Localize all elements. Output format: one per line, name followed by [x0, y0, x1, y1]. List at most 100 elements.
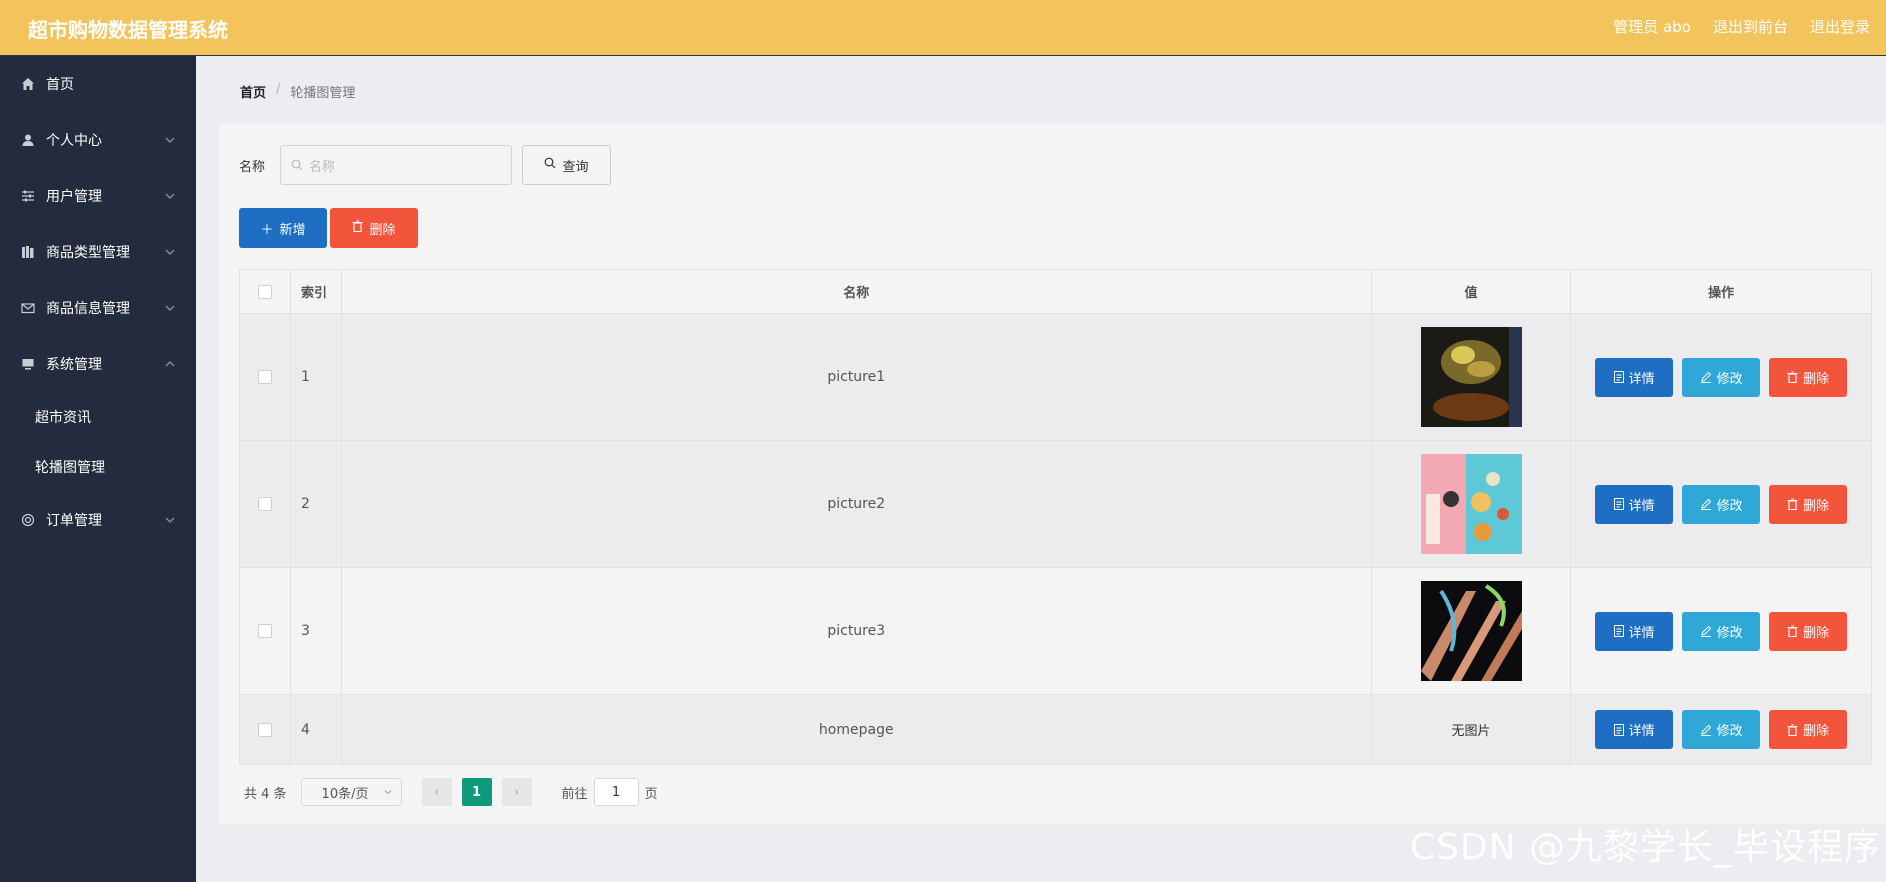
document-icon: [1613, 723, 1624, 736]
edit-button[interactable]: 修改: [1682, 484, 1761, 524]
detail-button-label: 详情: [1628, 371, 1655, 387]
row-checkbox[interactable]: [257, 624, 272, 638]
circle-icon: [20, 512, 36, 528]
trash-icon: [1787, 498, 1798, 510]
chevron-down-icon: [384, 790, 391, 795]
row-checkbox-cell: [240, 695, 291, 764]
row-name: picture2: [342, 441, 1372, 567]
row-value: 无图片: [1372, 695, 1572, 764]
breadcrumb-home[interactable]: 首页: [240, 82, 266, 101]
row-name: picture3: [342, 568, 1372, 694]
breadcrumb-current: 轮播图管理: [290, 86, 356, 101]
thumbnail-image[interactable]: [1420, 327, 1522, 427]
detail-button-label: 详情: [1628, 498, 1655, 514]
edit-button[interactable]: 修改: [1682, 357, 1761, 397]
header-checkbox-cell: [240, 270, 291, 313]
sidebar-item-system[interactable]: 系统管理: [0, 336, 196, 392]
add-button[interactable]: ＋ 新增: [239, 208, 327, 248]
row-index: 2: [291, 441, 342, 567]
delete-button[interactable]: 删除: [1769, 484, 1848, 524]
row-checkbox[interactable]: [257, 722, 272, 737]
row-checkbox[interactable]: [257, 370, 272, 384]
sidebar-item-label: 商品信息管理: [46, 301, 130, 317]
pagination: 共 4 条 10条/页 ‹ 1 › 前往 1 页: [244, 778, 658, 806]
document-icon: [1613, 498, 1624, 510]
row-value: [1372, 314, 1572, 440]
page-number-current[interactable]: 1: [461, 778, 492, 806]
select-all-checkbox[interactable]: [257, 284, 272, 299]
app-title: 超市购物数据管理系统: [28, 18, 228, 42]
monitor-icon: [20, 356, 36, 372]
edit-icon: [1700, 724, 1712, 736]
books-icon: [20, 244, 36, 260]
table-header: 索引 名称 值 操作: [240, 270, 1871, 314]
sidebar-subitem-label: 超市资讯: [35, 410, 91, 426]
batch-delete-button-label: 删除: [369, 222, 396, 238]
sidebar-subitem-label: 轮播图管理: [35, 460, 105, 476]
detail-button[interactable]: 详情: [1595, 357, 1674, 397]
row-actions: 详情 修改 删除: [1571, 568, 1871, 694]
header-index: 索引: [291, 270, 342, 313]
search-input[interactable]: 名称: [280, 145, 512, 185]
trash-icon: [1787, 723, 1798, 736]
breadcrumb-bar: 首页 / 轮播图管理: [196, 56, 1886, 124]
delete-button[interactable]: 删除: [1769, 611, 1848, 651]
edit-button[interactable]: 修改: [1682, 611, 1761, 651]
header-ops: 操作: [1708, 286, 1735, 301]
delete-button-label: 删除: [1803, 724, 1830, 739]
chevron-down-icon: [165, 137, 175, 143]
delete-button-label: 删除: [1803, 498, 1830, 514]
edit-button-label: 修改: [1716, 498, 1743, 514]
sidebar-item-home[interactable]: 首页: [0, 56, 196, 112]
add-button-label: 新增: [279, 222, 306, 238]
chevron-down-icon: [165, 249, 175, 255]
row-actions: 详情 修改 删除: [1571, 314, 1871, 440]
row-index: 1: [291, 314, 342, 440]
sidebar-item-product-types[interactable]: 商品类型管理: [0, 224, 196, 280]
edit-button[interactable]: 修改: [1682, 710, 1761, 749]
row-index: 4: [291, 695, 342, 764]
sidebar-subitem-carousel[interactable]: 轮播图管理: [0, 442, 196, 492]
page-size-value: 10条/页: [321, 786, 369, 802]
admin-label: 管理员 abo: [1613, 18, 1691, 36]
detail-button[interactable]: 详情: [1595, 484, 1674, 524]
to-front-link[interactable]: 退出到前台: [1713, 16, 1788, 37]
delete-button[interactable]: 删除: [1769, 357, 1848, 397]
detail-button[interactable]: 详情: [1595, 611, 1674, 651]
thumbnail-image[interactable]: [1420, 454, 1522, 554]
goto-suffix: 页: [644, 786, 658, 802]
prev-page-button[interactable]: ‹: [421, 778, 452, 806]
sliders-icon: [20, 188, 36, 204]
breadcrumb: 首页 / 轮播图管理: [240, 82, 355, 101]
goto-page-input[interactable]: 1: [593, 778, 639, 806]
sidebar-item-label: 系统管理: [46, 357, 102, 373]
next-page-button[interactable]: ›: [501, 778, 532, 806]
sidebar-item-users[interactable]: 用户管理: [0, 168, 196, 224]
sidebar-item-label: 商品类型管理: [46, 245, 130, 261]
batch-delete-button[interactable]: 删除: [330, 208, 418, 248]
search-icon: [291, 159, 303, 171]
edit-button-label: 修改: [1716, 625, 1743, 641]
table-row: 3 picture3 详情 修改 删除: [240, 568, 1871, 695]
thumbnail-image[interactable]: [1420, 581, 1522, 681]
delete-button-label: 删除: [1803, 625, 1830, 641]
table-row: 1 picture1 详情 修改 删除: [240, 314, 1871, 441]
page-size-select[interactable]: 10条/页: [300, 778, 402, 806]
logout-link[interactable]: 退出登录: [1810, 16, 1870, 37]
query-button[interactable]: 查询: [522, 145, 611, 185]
sidebar-item-label: 订单管理: [46, 513, 102, 529]
sidebar-item-label: 首页: [46, 77, 74, 93]
content-panel: 名称 名称 查询 ＋ 新增 删除 索引 名称 值 操作 1 picture1 详…: [219, 124, 1886, 824]
detail-button[interactable]: 详情: [1595, 710, 1674, 749]
sidebar-item-personal[interactable]: 个人中心: [0, 112, 196, 168]
sidebar-item-orders[interactable]: 订单管理: [0, 492, 196, 548]
row-checkbox-cell: [240, 568, 291, 694]
sidebar: 首页 个人中心 用户管理 商品类型管理 商品信息管理 系统管理 超市资讯 轮播图…: [0, 56, 196, 882]
detail-button-label: 详情: [1628, 724, 1655, 739]
sidebar-item-product-info[interactable]: 商品信息管理: [0, 280, 196, 336]
row-checkbox[interactable]: [257, 497, 272, 511]
sidebar-subitem-news[interactable]: 超市资讯: [0, 392, 196, 442]
edit-icon: [1700, 625, 1712, 637]
user-icon: [20, 132, 36, 148]
delete-button[interactable]: 删除: [1769, 710, 1848, 749]
